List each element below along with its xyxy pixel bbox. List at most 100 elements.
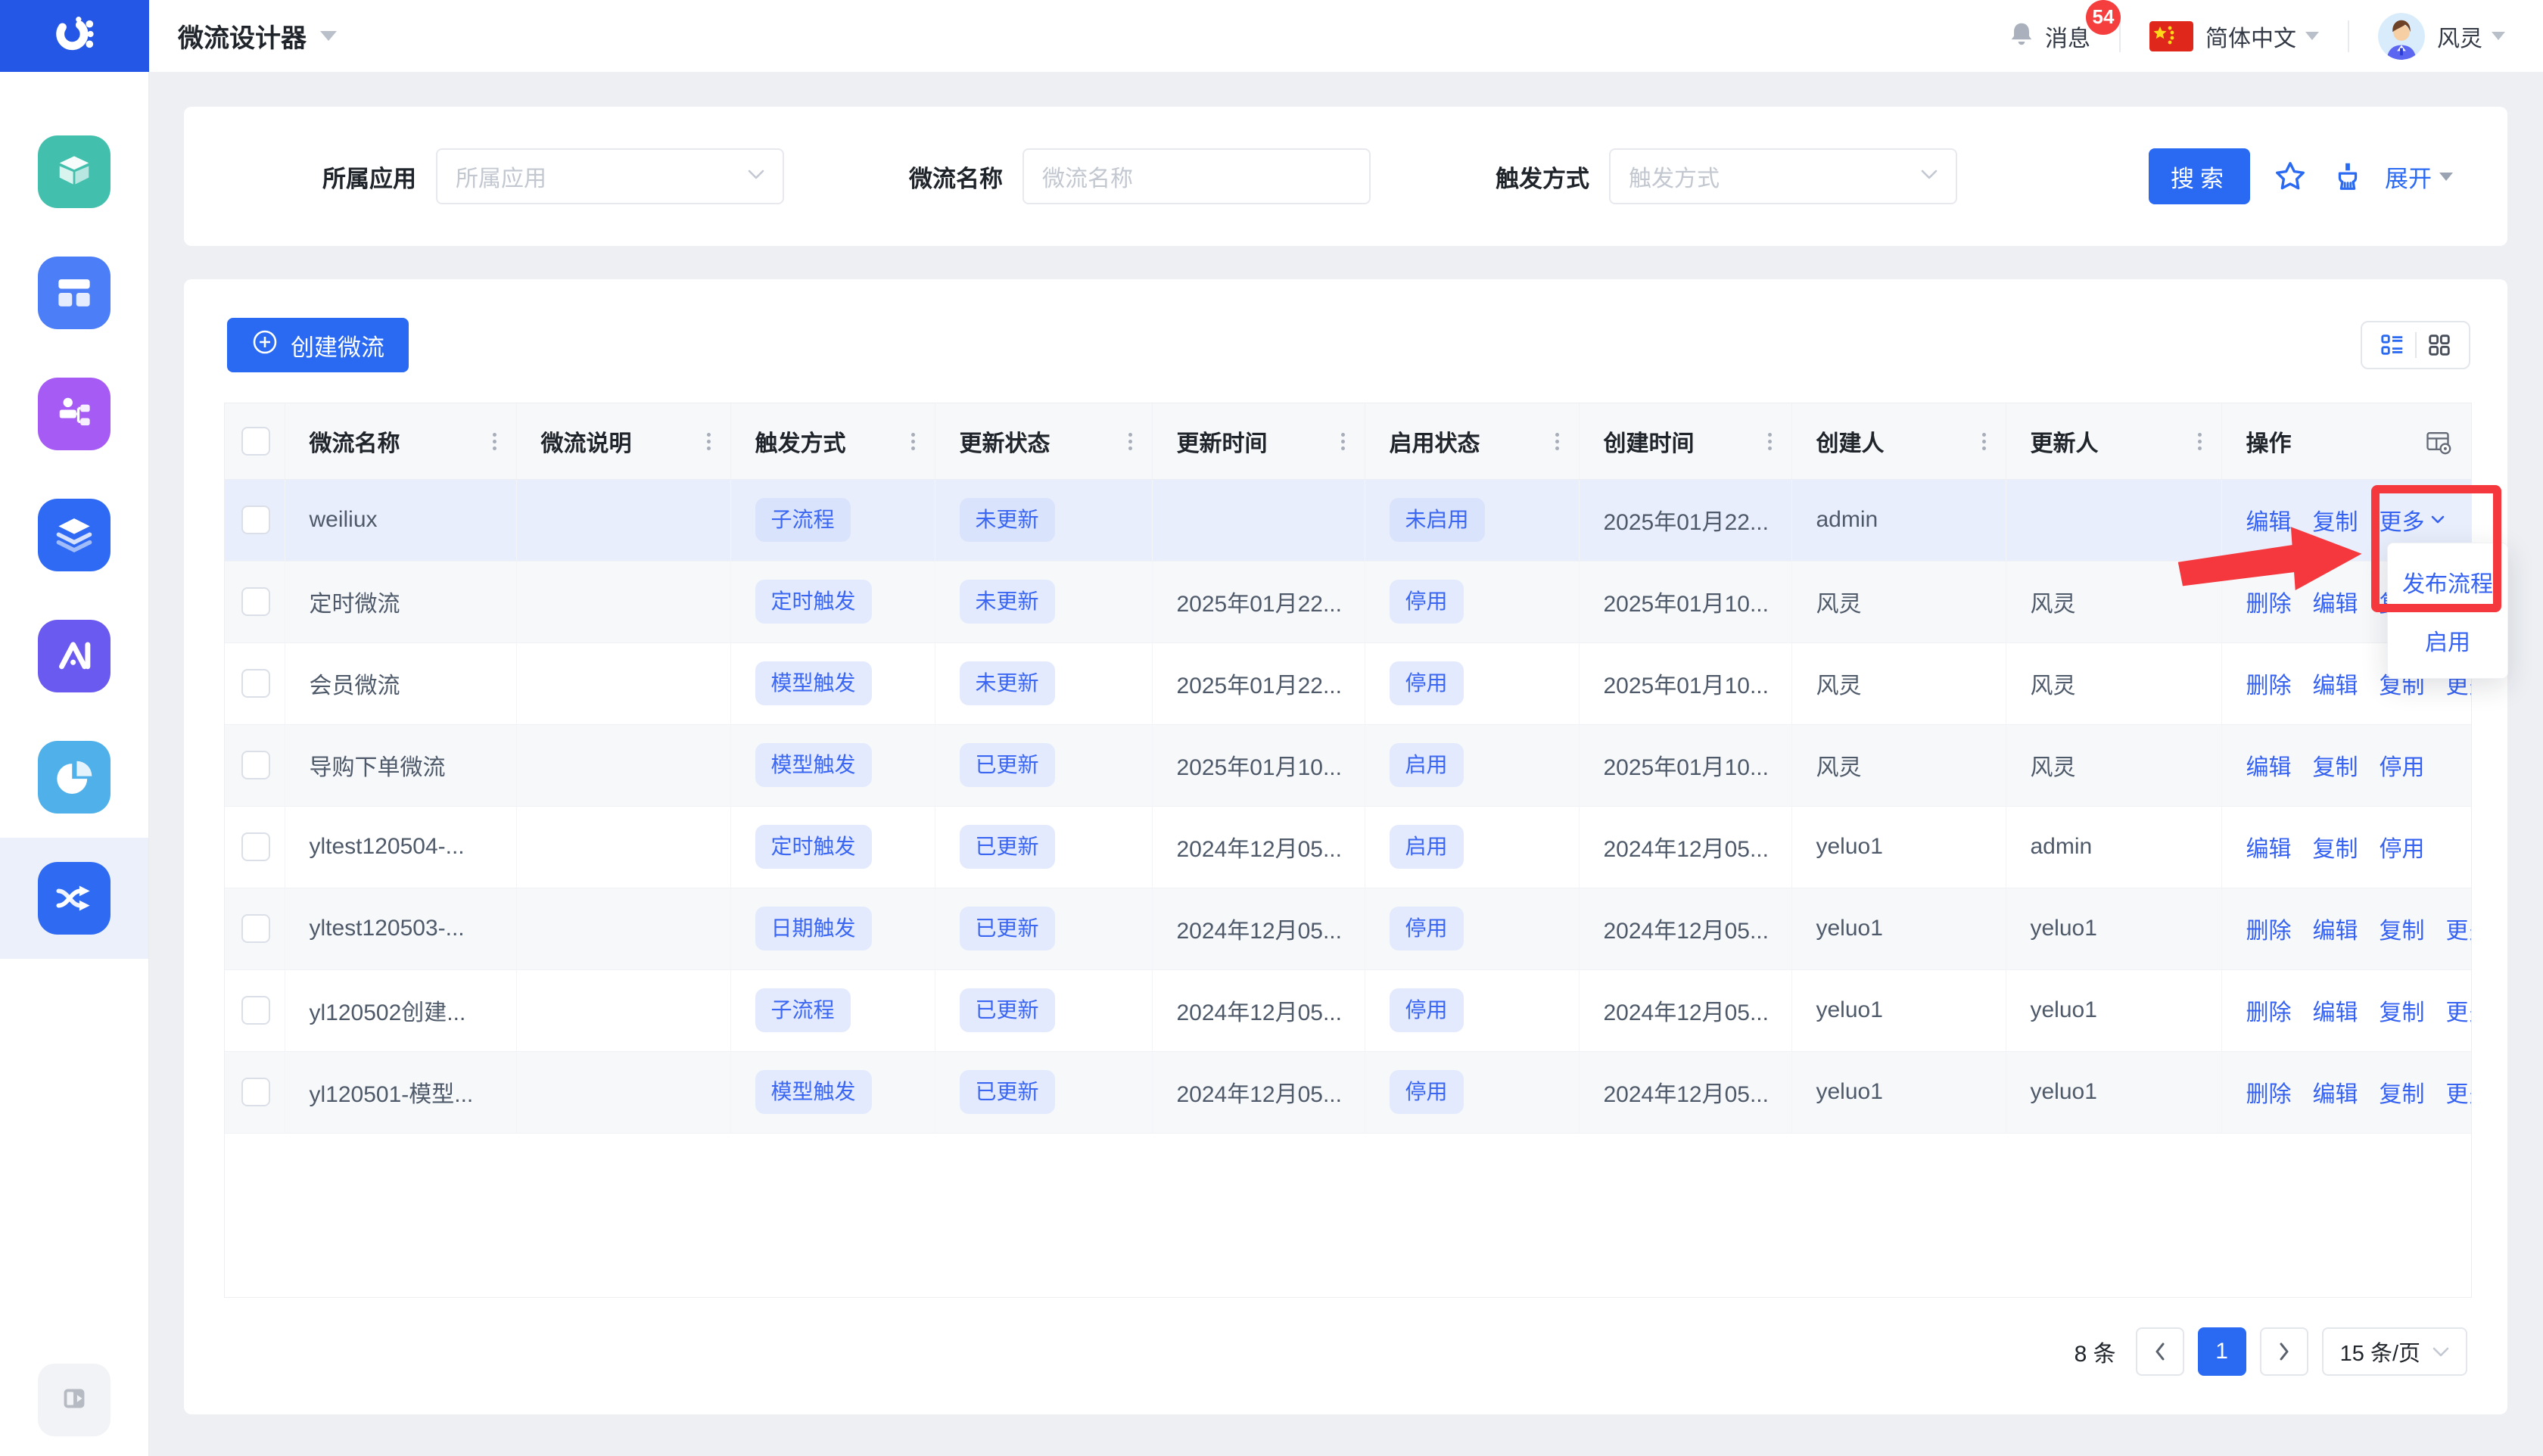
filter-select[interactable]: 触发方式 xyxy=(1609,148,1957,204)
trigger-type-cell: 子流程 xyxy=(730,479,935,561)
sidebar-item-flow[interactable] xyxy=(0,838,148,959)
app-title: 微流设计器 xyxy=(178,17,307,54)
topbar-right: 消息 54 简体中文 风灵 xyxy=(2007,13,2543,60)
caret-down-icon xyxy=(2439,173,2453,181)
row-checkbox[interactable] xyxy=(241,832,270,861)
row-action[interactable]: 复制 xyxy=(2380,912,2425,945)
row-action[interactable]: 停用 xyxy=(2380,830,2425,863)
messages-button[interactable]: 消息 54 xyxy=(2007,20,2090,53)
row-action[interactable]: 编辑 xyxy=(2246,830,2292,863)
menu-item[interactable]: 发布流程 xyxy=(2388,552,2507,611)
column-menu-icon[interactable] xyxy=(1341,433,1345,437)
page-size-select[interactable]: 15 条/页 xyxy=(2322,1327,2467,1376)
prev-page-button[interactable] xyxy=(2136,1327,2184,1376)
cell-flow-name: yl120501-模型... xyxy=(285,1051,516,1133)
enable-status-tag: 启用 xyxy=(1390,743,1464,787)
enable-status-tag: 停用 xyxy=(1390,988,1464,1032)
menu-item[interactable]: 启用 xyxy=(2388,611,2507,669)
row-checkbox[interactable] xyxy=(241,506,270,534)
column-menu-icon[interactable] xyxy=(911,433,915,437)
current-page-button[interactable]: 1 xyxy=(2198,1327,2246,1376)
filter-select[interactable]: 所属应用 xyxy=(436,148,784,204)
row-action[interactable]: 删除 xyxy=(2246,912,2292,945)
row-action[interactable]: 编辑 xyxy=(2313,667,2358,700)
row-action[interactable]: 编辑 xyxy=(2313,585,2358,618)
update-status-cell: 未更新 xyxy=(935,561,1152,642)
row-action[interactable]: 复制 xyxy=(2380,994,2425,1027)
row-action[interactable]: 编辑 xyxy=(2313,1075,2358,1109)
row-action[interactable]: 复制 xyxy=(2380,1075,2425,1109)
app-logo[interactable] xyxy=(0,0,149,72)
sidebar-item-pages[interactable] xyxy=(0,232,148,353)
expand-button[interactable]: 展开 xyxy=(2385,160,2453,194)
row-checkbox[interactable] xyxy=(241,914,270,943)
column-menu-icon[interactable] xyxy=(1982,433,1986,437)
table-toolbar: 创建微流 xyxy=(184,279,2507,372)
column-menu-icon[interactable] xyxy=(707,433,711,437)
enable-status-cell: 停用 xyxy=(1365,642,1579,724)
cell-create-time: 2024年12月05... xyxy=(1579,1051,1791,1133)
row-action[interactable]: 删除 xyxy=(2246,667,2292,700)
filter-input[interactable]: 微流名称 xyxy=(1022,148,1371,204)
column-label: 更新人 xyxy=(2031,431,2099,456)
row-checkbox[interactable] xyxy=(241,996,270,1025)
grid-view-button[interactable] xyxy=(2417,332,2462,358)
row-checkbox[interactable] xyxy=(241,587,270,616)
row-action[interactable]: 删除 xyxy=(2246,585,2292,618)
dots-icon xyxy=(1128,433,1132,437)
clear-filter-icon[interactable] xyxy=(2330,159,2365,194)
sidebar-collapse-button[interactable] xyxy=(38,1364,110,1436)
search-button[interactable]: 搜索 xyxy=(2149,148,2250,204)
row-action[interactable]: 更多 xyxy=(2446,994,2472,1027)
row-action[interactable]: 更多 xyxy=(2446,1075,2472,1109)
dots-icon xyxy=(2198,433,2202,437)
chevron-down-icon xyxy=(2431,515,2445,524)
bell-icon xyxy=(2007,20,2036,52)
cell-creator: 风灵 xyxy=(1791,642,2006,724)
row-action[interactable]: 删除 xyxy=(2246,994,2292,1027)
row-action[interactable]: 编辑 xyxy=(2313,912,2358,945)
column-menu-icon[interactable] xyxy=(1768,433,1772,437)
user-menu[interactable]: 风灵 xyxy=(2378,13,2505,60)
column-menu-icon[interactable] xyxy=(2198,433,2202,437)
enable-status-cell: 停用 xyxy=(1365,561,1579,642)
row-action[interactable]: 编辑 xyxy=(2246,748,2292,782)
row-action[interactable]: 更多 xyxy=(2446,912,2472,945)
row-checkbox[interactable] xyxy=(241,669,270,698)
sidebar-item-ai[interactable] xyxy=(0,596,148,717)
sidebar-item-analytics[interactable] xyxy=(0,717,148,838)
placeholder-text: 触发方式 xyxy=(1629,160,1921,193)
row-action[interactable]: 复制 xyxy=(2313,503,2358,537)
row-action[interactable]: 复制 xyxy=(2313,830,2358,863)
column-menu-icon[interactable] xyxy=(493,433,496,437)
table-row: weiliux子流程未更新未启用2025年01月22...admin编辑复制更多 xyxy=(225,479,2471,561)
sidebar-item-cube[interactable] xyxy=(0,111,148,232)
filter-field-3: 触发方式触发方式 xyxy=(1496,148,1957,204)
row-checkbox[interactable] xyxy=(241,751,270,779)
row-action[interactable]: 复制 xyxy=(2313,748,2358,782)
row-select-cell xyxy=(225,969,285,1051)
row-action[interactable]: 编辑 xyxy=(2313,994,2358,1027)
table-card: 创建微流 微流名称微流说明触发方式更新状态更新时间启用状态创建时间创建人更新人操… xyxy=(184,279,2507,1414)
select-all-checkbox[interactable] xyxy=(241,427,270,456)
trigger-type-cell: 定时触发 xyxy=(730,561,935,642)
title-caret-icon[interactable] xyxy=(320,31,337,41)
favorite-filter-icon[interactable] xyxy=(2273,159,2308,194)
main-content: 所属应用所属应用微流名称微流名称触发方式触发方式 搜索 展开 创建微流 xyxy=(149,72,2543,1456)
column-label: 更新时间 xyxy=(1177,431,1268,456)
column-settings-icon[interactable] xyxy=(2424,428,2451,461)
next-page-button[interactable] xyxy=(2260,1327,2308,1376)
row-action[interactable]: 停用 xyxy=(2380,748,2425,782)
cell-flow-name: 会员微流 xyxy=(285,642,516,724)
sidebar-item-orgchart[interactable] xyxy=(0,353,148,474)
row-checkbox[interactable] xyxy=(241,1078,270,1106)
column-menu-icon[interactable] xyxy=(1128,433,1132,437)
create-flow-button[interactable]: 创建微流 xyxy=(227,318,409,372)
row-action[interactable]: 编辑 xyxy=(2246,503,2292,537)
row-action[interactable]: 删除 xyxy=(2246,1075,2292,1109)
column-menu-icon[interactable] xyxy=(1555,433,1559,437)
list-view-button[interactable] xyxy=(2370,332,2415,358)
sidebar-item-layers[interactable] xyxy=(0,474,148,596)
language-selector[interactable]: 简体中文 xyxy=(2149,20,2319,53)
row-action[interactable]: 更多 xyxy=(2380,503,2445,537)
